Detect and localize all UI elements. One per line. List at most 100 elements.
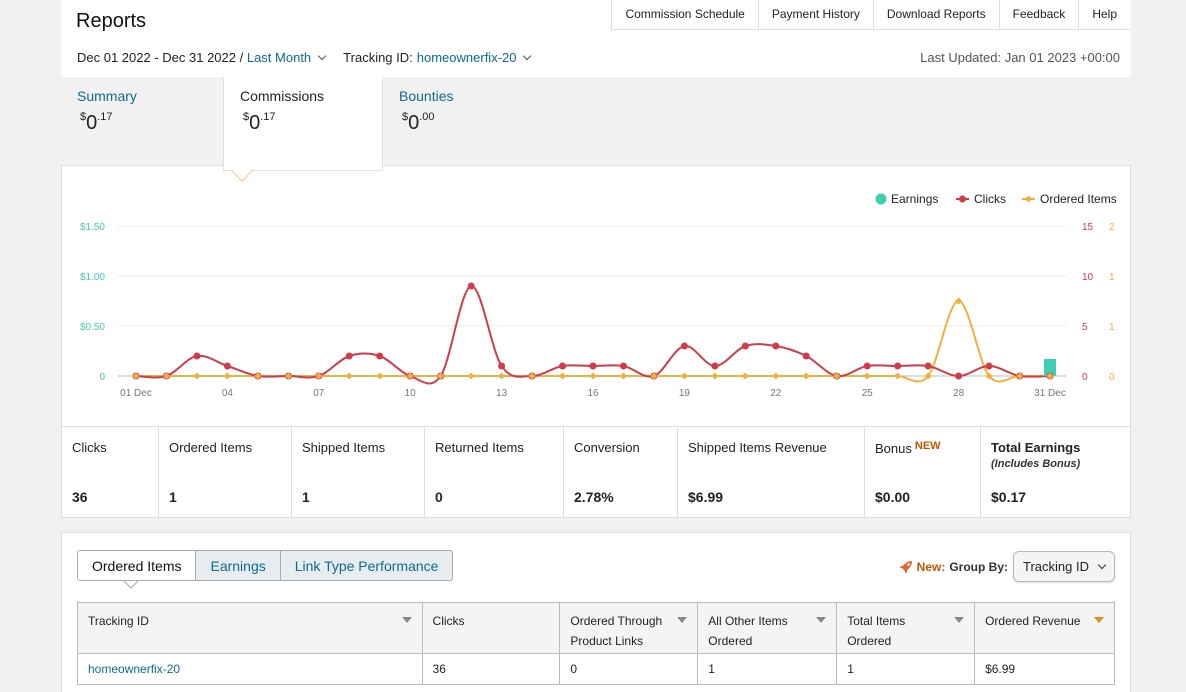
cell-clicks: 36 (421, 653, 561, 685)
nav-commission-schedule[interactable]: Commission Schedule (612, 0, 759, 29)
metric-value: 2.78% (574, 489, 614, 505)
report-tabs: Ordered Items Earnings Link Type Perform… (77, 550, 454, 581)
new-label: New: (916, 559, 946, 574)
x-tick-label: 10 (405, 388, 417, 399)
clicks-point (772, 342, 780, 350)
clicks-point (955, 372, 963, 380)
col-tracking-id[interactable]: Tracking ID (77, 602, 423, 654)
metric-value: $0.17 (991, 489, 1027, 505)
report-header: Reports Commission Schedule Payment Hist… (61, 0, 1131, 77)
x-tick-label: 31 Dec (1034, 388, 1066, 399)
y-tick-clicks: 10 (1082, 272, 1094, 283)
x-tick-label: 19 (679, 388, 691, 399)
sort-arrow-active-icon[interactable] (1094, 617, 1104, 623)
clicks-point (985, 362, 993, 370)
group-by-select[interactable]: Tracking ID (1013, 551, 1115, 582)
nav-payment-history[interactable]: Payment History (759, 0, 874, 29)
last-updated: Last Updated: Jan 01 2023 +00:00 (920, 50, 1120, 65)
metric-label: Bonus NEW (875, 440, 941, 456)
col-ordered-through-links[interactable]: Ordered Through Product Links (559, 602, 699, 654)
metric-shipped-revenue: Shipped Items Revenue $6.99 (678, 427, 865, 518)
clicks-point (376, 352, 384, 360)
tab-earnings[interactable]: Earnings (196, 550, 281, 581)
selected-tab-caret-icon (124, 581, 138, 589)
tracking-id-dropdown[interactable]: homeownerfix-20 (417, 50, 517, 65)
tab-label: Summary (77, 88, 137, 104)
summary-tabs: Summary $0.17 Commissions $0.17 Bounties… (61, 77, 1131, 171)
x-tick-label: 28 (953, 388, 965, 399)
table-card: Ordered Items Earnings Link Type Perform… (61, 532, 1131, 692)
clicks-point (680, 342, 688, 350)
ordered-items-point (589, 372, 597, 380)
x-tick-label: 07 (313, 388, 325, 399)
nav-feedback[interactable]: Feedback (1000, 0, 1080, 29)
tab-bounties[interactable]: Bounties $0.00 (383, 77, 543, 166)
metric-label: Conversion (574, 440, 640, 455)
filter-row: Dec 01 2022 - Dec 31 2022 / Last Month T… (77, 50, 532, 65)
period-dropdown[interactable]: Last Month (247, 50, 311, 65)
tab-link-type-performance[interactable]: Link Type Performance (280, 550, 454, 581)
clicks-point (498, 362, 506, 370)
legend-earnings-label: Earnings (891, 192, 938, 206)
chevron-down-icon[interactable] (523, 51, 532, 61)
metric-clicks: Clicks 36 (62, 427, 159, 518)
ordered-items-point (680, 372, 688, 380)
ordered-items-point (559, 372, 567, 380)
page-title: Reports (76, 10, 147, 32)
orders-table: Tracking ID Clicks Ordered Through Produ… (77, 602, 1115, 685)
clicks-point (589, 362, 597, 370)
sort-arrow-icon[interactable] (816, 617, 827, 623)
tab-summary[interactable]: Summary $0.17 (61, 77, 223, 166)
ordered-items-point (863, 372, 871, 380)
y-tick-clicks: 5 (1082, 322, 1088, 333)
cell-tracking-id[interactable]: homeownerfix-20 (77, 653, 423, 685)
metric-label: Total Earnings (991, 440, 1081, 455)
chart-card: 0 0 0 $0.50 5 1 $1.00 10 1 $1.50 15 2 01 Dec 04 07 10 13… (61, 166, 1131, 518)
sort-arrow-icon[interactable] (954, 617, 965, 623)
metric-value: 1 (169, 489, 177, 505)
clicks-point (802, 352, 810, 360)
top-nav: Commission Schedule Payment History Down… (611, 0, 1130, 30)
metric-value: 0 (435, 489, 443, 505)
tab-commissions[interactable]: Commissions $0.17 (223, 77, 383, 171)
x-tick-label: 04 (222, 388, 234, 399)
col-ordered-revenue[interactable]: Ordered Revenue (974, 602, 1115, 654)
ordered-items-point (467, 372, 475, 380)
ordered-items-point (376, 372, 384, 380)
tracking-id-label: Tracking ID: (343, 50, 413, 65)
nav-help[interactable]: Help (1079, 0, 1130, 29)
active-tab-caret-icon (230, 169, 254, 182)
tab-amount: $0.17 (80, 111, 113, 134)
metric-value: 1 (302, 489, 310, 505)
chevron-down-icon (1097, 560, 1107, 570)
line-chart: 0 0 0 $0.50 5 1 $1.00 10 1 $1.50 15 2 01 Dec 04 07 10 13… (80, 192, 1117, 399)
legend-earnings-icon (875, 193, 887, 205)
col-clicks[interactable]: Clicks (421, 602, 561, 654)
chevron-down-icon[interactable] (317, 51, 327, 61)
nav-download-reports[interactable]: Download Reports (874, 0, 1000, 29)
y-tick-ordered: 1 (1109, 322, 1115, 333)
table-row: homeownerfix-20 36 0 1 1 $6.99 (77, 653, 1115, 685)
sort-arrow-icon[interactable] (401, 617, 412, 623)
col-total-items[interactable]: Total Items Ordered (836, 602, 976, 654)
table-header-row: Tracking ID Clicks Ordered Through Produ… (77, 602, 1115, 654)
y-tick-ordered: 1 (1109, 272, 1115, 283)
metric-label: Ordered Items (169, 440, 253, 455)
metric-value: $6.99 (688, 489, 724, 505)
col-all-other-items[interactable]: All Other Items Ordered (697, 602, 838, 654)
group-by-value: Tracking ID (1023, 559, 1089, 574)
new-badge: NEW (914, 440, 941, 452)
y-tick-left: $1.00 (80, 272, 105, 283)
clicks-point (863, 362, 871, 370)
legend-clicks-label: Clicks (974, 192, 1006, 206)
y-tick-left: $1.50 (80, 222, 105, 233)
clicks-point (193, 352, 201, 360)
tab-label: Commissions (240, 88, 325, 104)
clicks-point (711, 362, 719, 370)
legend-clicks-icon (959, 195, 966, 203)
tab-ordered-items[interactable]: Ordered Items (77, 550, 197, 581)
sort-arrow-icon[interactable] (677, 617, 688, 623)
x-tick-label: 22 (770, 388, 782, 399)
ordered-items-point (345, 372, 353, 380)
ordered-items-point (802, 372, 810, 380)
